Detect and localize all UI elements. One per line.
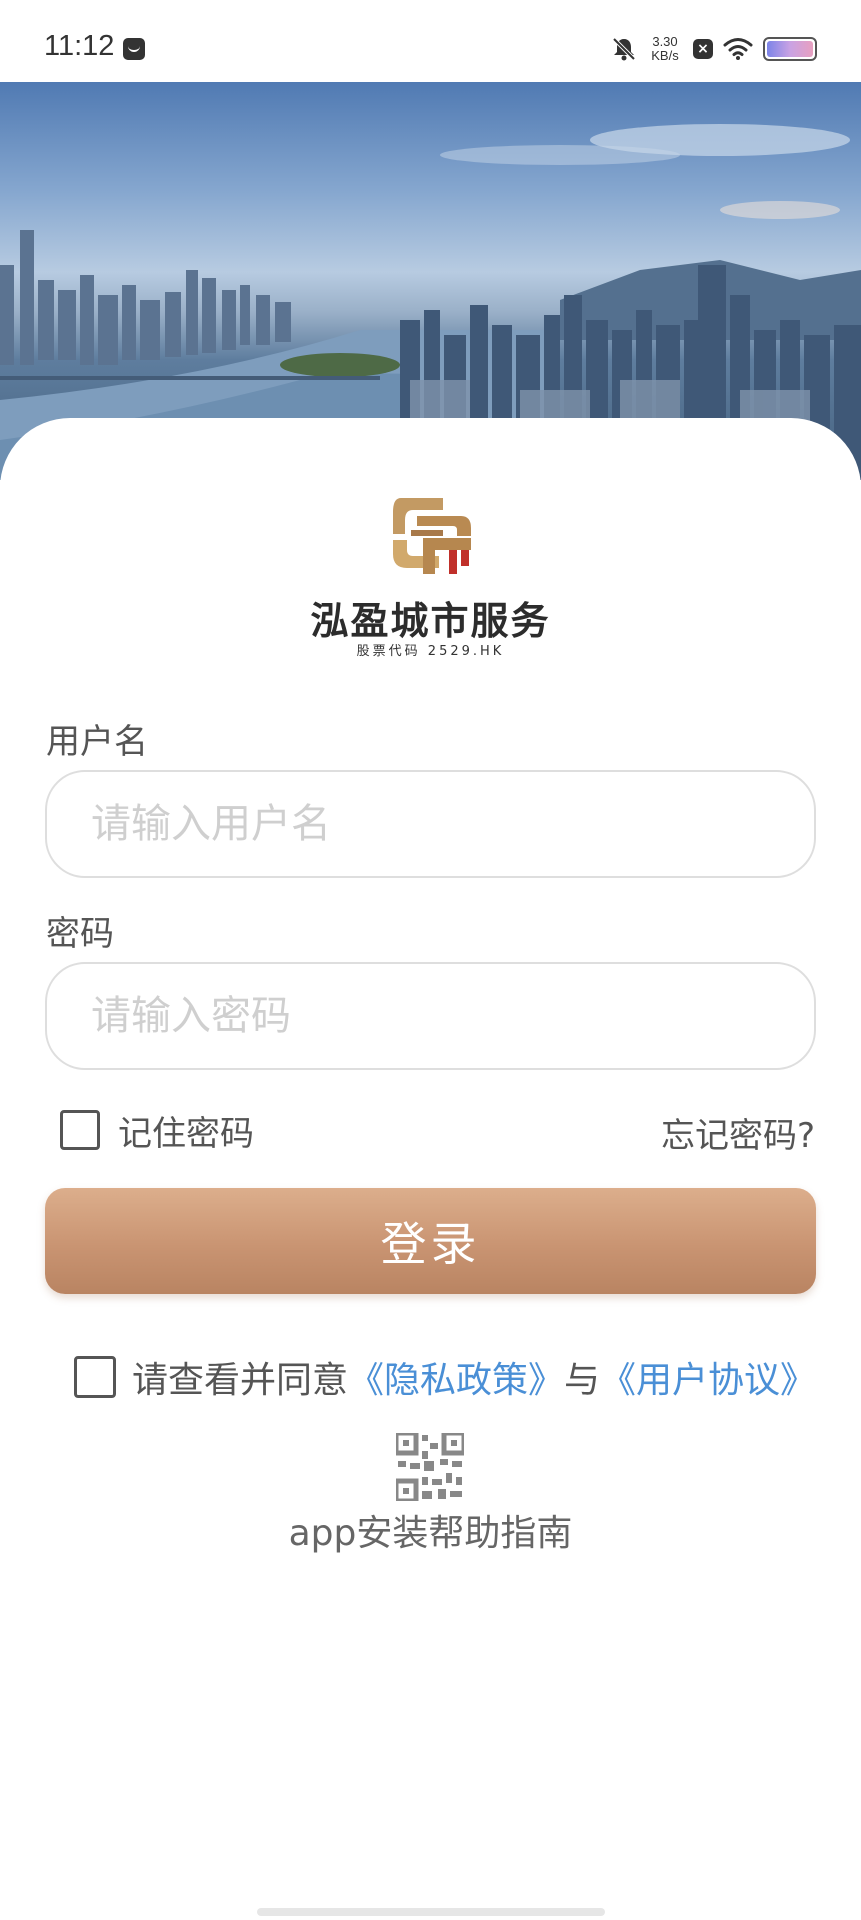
mute-bell-icon xyxy=(612,37,636,61)
status-indicators: 3.30 KB/s × xyxy=(611,32,817,66)
password-field[interactable] xyxy=(45,962,816,1070)
username-label: 用户名 xyxy=(46,722,148,762)
remember-password-row[interactable]: 记住密码 xyxy=(60,1106,254,1155)
user-agreement-link[interactable]: 《用户协议》 xyxy=(600,1360,816,1401)
username-input[interactable] xyxy=(47,772,814,876)
message-icon xyxy=(123,38,145,60)
login-page: 11:12 3.30 KB/s × 泓盈城市服务 股票代码 2529.HK 用户… xyxy=(0,0,861,1920)
install-guide-link[interactable]: app安装帮助指南 xyxy=(0,1504,861,1556)
agreement-checkbox[interactable] xyxy=(74,1356,116,1398)
username-field[interactable] xyxy=(45,770,816,878)
password-input[interactable] xyxy=(47,964,814,1068)
agreement-connector: 与 xyxy=(564,1360,601,1401)
network-speed-value: 3.30 xyxy=(652,34,678,49)
status-time: 11:12 xyxy=(44,30,115,62)
wifi-icon xyxy=(723,38,753,60)
battery-icon xyxy=(763,37,817,61)
forgot-password-link[interactable]: 忘记密码? xyxy=(661,1108,815,1157)
privacy-policy-link[interactable]: 《隐私政策》 xyxy=(348,1360,564,1401)
agreement-row: 请查看并同意《隐私政策》与《用户协议》 xyxy=(74,1351,816,1403)
company-logo xyxy=(393,498,471,574)
battery-level xyxy=(767,41,813,57)
status-bar: 11:12 3.30 KB/s × xyxy=(0,0,861,82)
home-indicator[interactable] xyxy=(257,1908,605,1916)
company-name: 泓盈城市服务 xyxy=(310,599,551,643)
password-label: 密码 xyxy=(46,914,114,954)
remember-password-label[interactable]: 记住密码 xyxy=(118,1106,254,1155)
login-button[interactable]: 登录 xyxy=(45,1188,816,1294)
agreement-prefix: 请查看并同意 xyxy=(132,1360,349,1401)
agreement-text: 请查看并同意《隐私政策》与《用户协议》 xyxy=(132,1351,816,1403)
remember-password-checkbox[interactable] xyxy=(60,1110,100,1150)
qr-code-icon[interactable] xyxy=(396,1433,464,1501)
close-box-icon: × xyxy=(693,39,713,59)
network-speed-unit: KB/s xyxy=(651,48,679,63)
network-speed: 3.30 KB/s xyxy=(647,35,683,63)
stock-code: 股票代码 2529.HK xyxy=(356,644,505,659)
